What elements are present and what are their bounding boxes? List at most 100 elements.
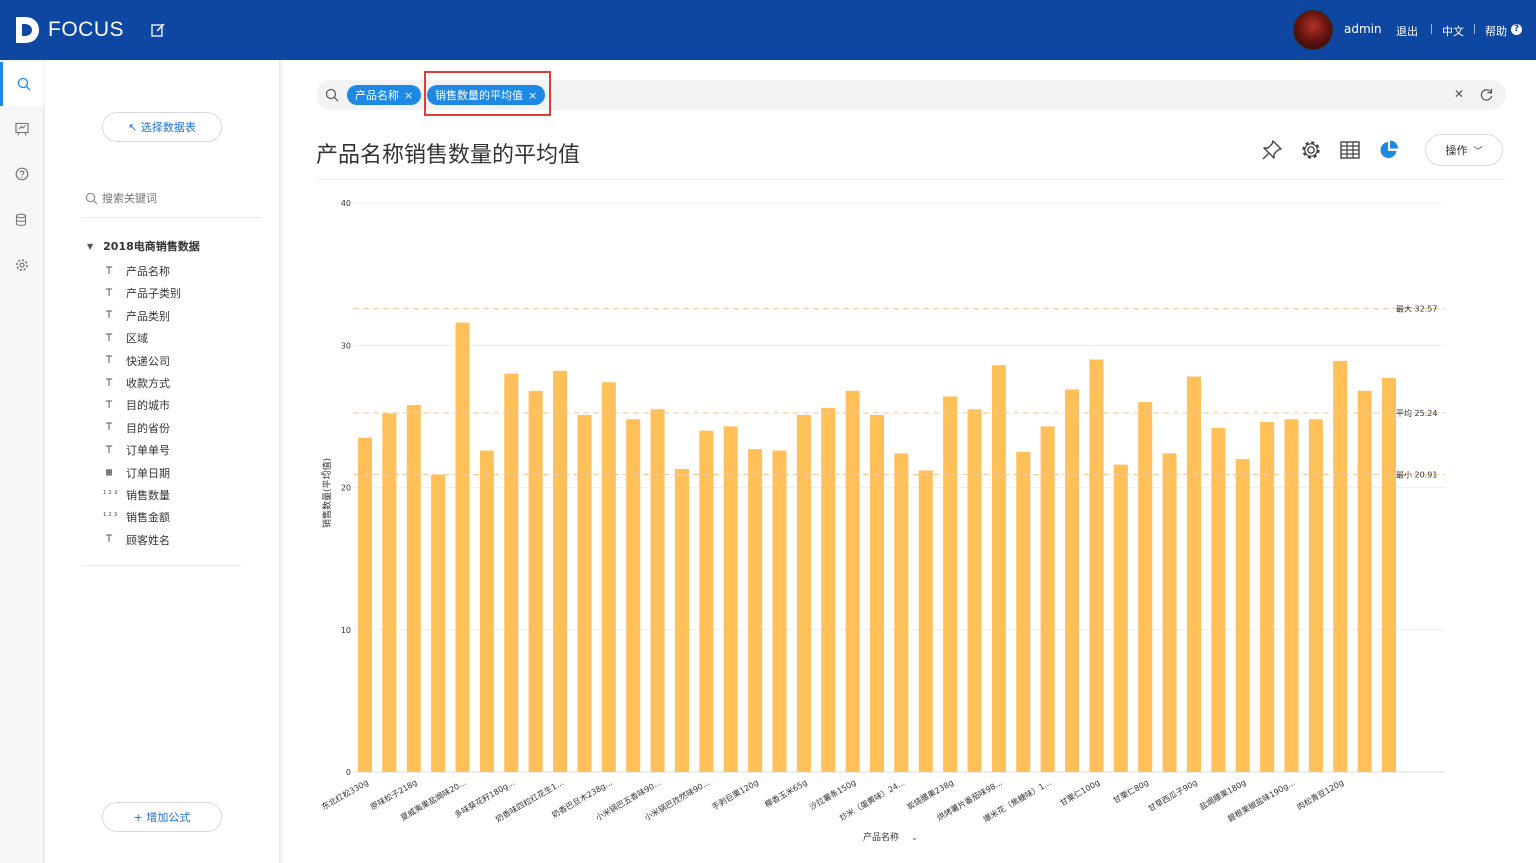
y-tick-label: 30 xyxy=(341,341,351,350)
text-type-icon: ꓔ xyxy=(105,444,113,456)
y-tick-label: 20 xyxy=(341,484,351,493)
chart-bar xyxy=(431,474,446,772)
rail-search[interactable] xyxy=(0,62,44,106)
field-search xyxy=(85,188,261,208)
edit-icon[interactable] xyxy=(150,22,166,38)
logout-link[interactable]: 退出 xyxy=(1396,23,1418,39)
field-item[interactable]: ꓔ 订单单号 xyxy=(102,441,170,459)
field-label: 目的省份 xyxy=(126,421,170,435)
chart-bar xyxy=(991,365,1006,772)
x-tick-label: 肉松青豆120g xyxy=(1295,777,1345,812)
dataset-node[interactable]: ▼ 2018电商销售数据 xyxy=(87,238,200,254)
chart-bar xyxy=(650,409,665,772)
field-item[interactable]: ꓔ 产品子类别 xyxy=(102,284,181,302)
chart-bar xyxy=(1211,427,1226,772)
chart-bar xyxy=(748,449,763,772)
field-item[interactable]: ꓔ 快递公司 xyxy=(102,352,170,370)
text-type-icon: ꓔ xyxy=(105,355,113,367)
data-side-panel: ↖ 选择数据表 ▼ 2018电商销售数据 ꓔ 产品名称 ꓔ 产品子类别 ꓔ 产品类别 ꓔ 区域… xyxy=(45,60,280,863)
chart-bar xyxy=(845,390,860,772)
bar-chart: 0 10 20 30 40 最大 32.57 平均 25.24 最小 20.91 东北红松330… xyxy=(320,199,1445,843)
chart-bar xyxy=(528,390,543,772)
gear-icon xyxy=(16,259,28,271)
field-item[interactable]: ¹²³ 销售数量 xyxy=(102,486,170,504)
chart-bar xyxy=(870,414,884,772)
field-item[interactable]: ꓔ 产品名称 xyxy=(102,262,170,280)
field-item[interactable]: ꓔ 顾客姓名 xyxy=(102,531,170,549)
chart-bar xyxy=(1284,419,1299,772)
caret-down-icon[interactable]: ▼ xyxy=(87,242,93,251)
chevron-right-icon: › xyxy=(320,469,324,479)
rail-settings[interactable] xyxy=(0,243,44,287)
x-tick-label: 沙拉薯条150g xyxy=(807,777,857,812)
chart-bar xyxy=(674,469,689,772)
chart-bar xyxy=(382,413,397,772)
rail-help[interactable] xyxy=(0,152,44,196)
field-item[interactable]: ꓔ 区域 xyxy=(102,329,148,347)
divider xyxy=(81,217,261,218)
number-type-icon: ¹²³ xyxy=(102,490,119,500)
chart-bar xyxy=(553,370,568,772)
logo-text: FOCUS xyxy=(48,18,124,41)
x-tick-label: 炭烧腰果238g xyxy=(905,777,955,812)
chart-bar xyxy=(601,382,616,772)
logo[interactable]: FOCUS xyxy=(14,14,124,46)
field-item[interactable]: ꓔ 收款方式 xyxy=(102,374,170,392)
y-tick-label: 10 xyxy=(341,626,351,635)
chart-bar xyxy=(358,437,372,772)
x-tick-label: 甘栗仁100g xyxy=(1058,777,1101,808)
chart-bar xyxy=(1308,419,1323,772)
field-label: 订单单号 xyxy=(126,444,170,458)
select-data-button[interactable]: ↖ 选择数据表 xyxy=(102,112,222,142)
field-label: 目的城市 xyxy=(126,399,170,413)
chart-bar xyxy=(1235,459,1250,772)
field-search-input[interactable] xyxy=(102,191,252,205)
number-type-icon: ¹²³ xyxy=(102,512,119,523)
field-item[interactable]: ꓔ 目的省份 xyxy=(102,419,170,437)
database-icon xyxy=(15,213,27,226)
avatar[interactable] xyxy=(1293,10,1333,50)
divider xyxy=(81,565,241,566)
text-type-icon: ꓔ xyxy=(105,422,113,434)
field-item[interactable]: ¹²³ 销售金额 xyxy=(102,508,170,526)
rail-board[interactable] xyxy=(0,107,44,151)
calendar-icon: ▦ xyxy=(105,467,113,479)
language-link[interactable]: 中文 xyxy=(1442,23,1464,39)
search-icon xyxy=(85,192,98,204)
field-item[interactable]: ꓔ 产品类别 xyxy=(102,307,170,325)
separator xyxy=(1474,24,1475,34)
chart-bar xyxy=(1040,426,1055,772)
chart-bar xyxy=(1382,377,1396,772)
dataset-name: 2018电商销售数据 xyxy=(103,240,200,253)
left-nav-rail xyxy=(0,60,44,863)
chart-bar xyxy=(894,453,909,772)
rail-data[interactable] xyxy=(0,198,44,242)
x-axis-title: 产品名称 xyxy=(863,831,899,843)
chart-bar xyxy=(406,404,421,772)
main-area: 产品名称 × 销售数量的平均值 × ✕ 产品名称销售数量的平均值 操作 ﹀ 01 xyxy=(283,60,1536,863)
x-tick-label: 原味松子218g xyxy=(368,777,418,812)
text-type-icon: ꓔ xyxy=(105,399,113,411)
x-tick-label: 东北红松330g xyxy=(320,777,370,812)
question-icon xyxy=(15,167,29,181)
field-item[interactable]: ▦ 订单日期 xyxy=(102,464,170,482)
help-icon[interactable]: ? xyxy=(1511,24,1522,35)
add-formula-button[interactable]: + 增加公式 xyxy=(102,802,222,832)
field-item[interactable]: ꓔ 目的城市 xyxy=(102,396,170,414)
field-label: 产品类别 xyxy=(126,309,170,323)
chart-bar xyxy=(1186,376,1201,772)
x-tick-label: 椰香玉米65g xyxy=(763,777,809,809)
username[interactable]: admin xyxy=(1344,22,1382,36)
text-type-icon: ꓔ xyxy=(105,287,113,299)
field-label: 订单日期 xyxy=(126,466,170,480)
help-link[interactable]: 帮助 xyxy=(1485,23,1507,39)
x-tick-label: 手剥巨栗120g xyxy=(710,777,760,812)
x-tick-label: 盐焗腰果180g xyxy=(1197,777,1247,812)
chart-bar xyxy=(626,419,641,772)
text-type-icon: ꓔ xyxy=(105,265,113,277)
text-type-icon: ꓔ xyxy=(105,534,113,546)
chart-bar xyxy=(1065,389,1080,772)
chart-bar xyxy=(504,373,519,772)
text-type-icon: ꓔ xyxy=(105,310,113,322)
text-type-icon: ꓔ xyxy=(105,377,113,389)
